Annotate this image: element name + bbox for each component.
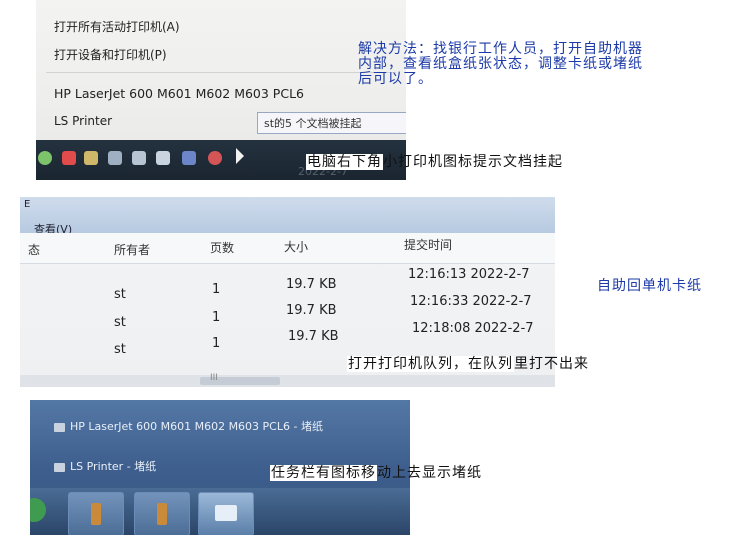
printer-icon bbox=[54, 422, 65, 432]
menu-open-active-printers[interactable]: 打开所有活动打印机(A) bbox=[54, 18, 180, 35]
menu-open-devices-printers[interactable]: 打开设备和打印机(P) bbox=[54, 46, 167, 63]
printer-icon bbox=[215, 505, 237, 521]
taskbar-caption-part: 动上去显示堵纸 bbox=[377, 465, 482, 481]
queue-caption: 打开打印机队列，在队列里打不出来 bbox=[347, 353, 589, 373]
jumplist-item[interactable]: LS Printer - 堵纸 bbox=[54, 458, 156, 474]
size-cell: 19.7 KB bbox=[286, 303, 337, 318]
owner-cell: st bbox=[114, 342, 126, 357]
taskbar-caption-part: 任务栏有图标移 bbox=[270, 465, 377, 481]
size-cell: 19.7 KB bbox=[286, 277, 337, 292]
taskbar-caption: 任务栏有图标移动上去显示堵纸 bbox=[270, 462, 482, 482]
col-owner[interactable]: 所有者 bbox=[114, 241, 150, 258]
pages-cell: 1 bbox=[212, 336, 221, 351]
horizontal-scrollbar[interactable]: III bbox=[20, 373, 555, 387]
taskbar-button[interactable] bbox=[134, 492, 190, 535]
tray-caption-part: 电脑右下角 bbox=[306, 154, 383, 170]
network-icon[interactable] bbox=[84, 151, 98, 165]
taskbar-button[interactable] bbox=[68, 492, 124, 535]
torch-icon bbox=[157, 503, 167, 525]
flag-icon[interactable] bbox=[62, 151, 76, 165]
jumplist-item-label: HP LaserJet 600 M601 M602 M603 PCL6 - 堵纸 bbox=[70, 420, 323, 433]
size-cell: 19.7 KB bbox=[288, 329, 339, 344]
jam-caption: 自助回单机卡纸 bbox=[597, 278, 702, 294]
volume-icon[interactable] bbox=[132, 151, 146, 165]
jumplist-item-label: LS Printer - 堵纸 bbox=[70, 460, 157, 473]
torch-icon bbox=[91, 503, 101, 525]
start-orb-icon[interactable] bbox=[30, 498, 46, 522]
printer-icon[interactable] bbox=[182, 151, 196, 165]
menu-printer-ls[interactable]: LS Printer bbox=[54, 114, 112, 128]
cursor-icon bbox=[236, 148, 244, 164]
update-icon[interactable] bbox=[208, 151, 222, 165]
col-status[interactable]: 态 bbox=[28, 241, 40, 258]
speaker-icon[interactable] bbox=[108, 151, 122, 165]
tray-caption: 电脑右下角小打印机图标提示文档挂起 bbox=[306, 151, 563, 171]
queue-toolbar: E 查看(V) bbox=[20, 197, 555, 236]
time-cell: 12:16:33 2022-2-7 bbox=[410, 294, 532, 309]
queue-caption-part: 里打不出来 bbox=[514, 356, 589, 372]
time-cell: 12:16:13 2022-2-7 bbox=[408, 267, 530, 282]
col-size[interactable]: 大小 bbox=[284, 238, 308, 255]
printer-icon bbox=[54, 462, 65, 472]
window-title: E bbox=[24, 199, 31, 210]
shield-icon[interactable] bbox=[38, 151, 52, 165]
tray-caption-part: 小打印机图标提示文档挂起 bbox=[383, 154, 563, 170]
col-pages[interactable]: 页数 bbox=[210, 239, 234, 256]
queue-header: 态 所有者 页数 大小 提交时间 bbox=[20, 233, 555, 264]
printer-tooltip: st的5 个文档被挂起 bbox=[257, 112, 406, 134]
pages-cell: 1 bbox=[212, 310, 221, 325]
volume-icon[interactable] bbox=[156, 151, 170, 165]
taskbar-button-printer[interactable] bbox=[198, 492, 254, 535]
solution-line: 后可以了。 bbox=[358, 71, 433, 87]
solution-caption: 解决方法：找银行工作人员，打开自助机器 内部，查看纸盒纸张状态，调整卡纸或堵纸 … bbox=[358, 42, 643, 87]
solution-line: 解决方法：找银行工作人员，打开自助机器 bbox=[358, 41, 643, 57]
queue-caption-part: 打开打印机队列，在队列 bbox=[347, 356, 514, 372]
scroll-grip: III bbox=[210, 373, 218, 383]
pages-cell: 1 bbox=[212, 282, 221, 297]
owner-cell: st bbox=[114, 287, 126, 302]
solution-line: 内部，查看纸盒纸张状态，调整卡纸或堵纸 bbox=[358, 56, 643, 72]
col-submit-time[interactable]: 提交时间 bbox=[404, 236, 452, 253]
menu-printer-hp[interactable]: HP LaserJet 600 M601 M602 M603 PCL6 bbox=[54, 86, 304, 101]
owner-cell: st bbox=[114, 315, 126, 330]
menu-separator bbox=[46, 72, 396, 73]
time-cell: 12:18:08 2022-2-7 bbox=[412, 321, 534, 336]
jumplist-item[interactable]: HP LaserJet 600 M601 M602 M603 PCL6 - 堵纸 bbox=[54, 418, 323, 434]
taskbar bbox=[30, 488, 410, 535]
